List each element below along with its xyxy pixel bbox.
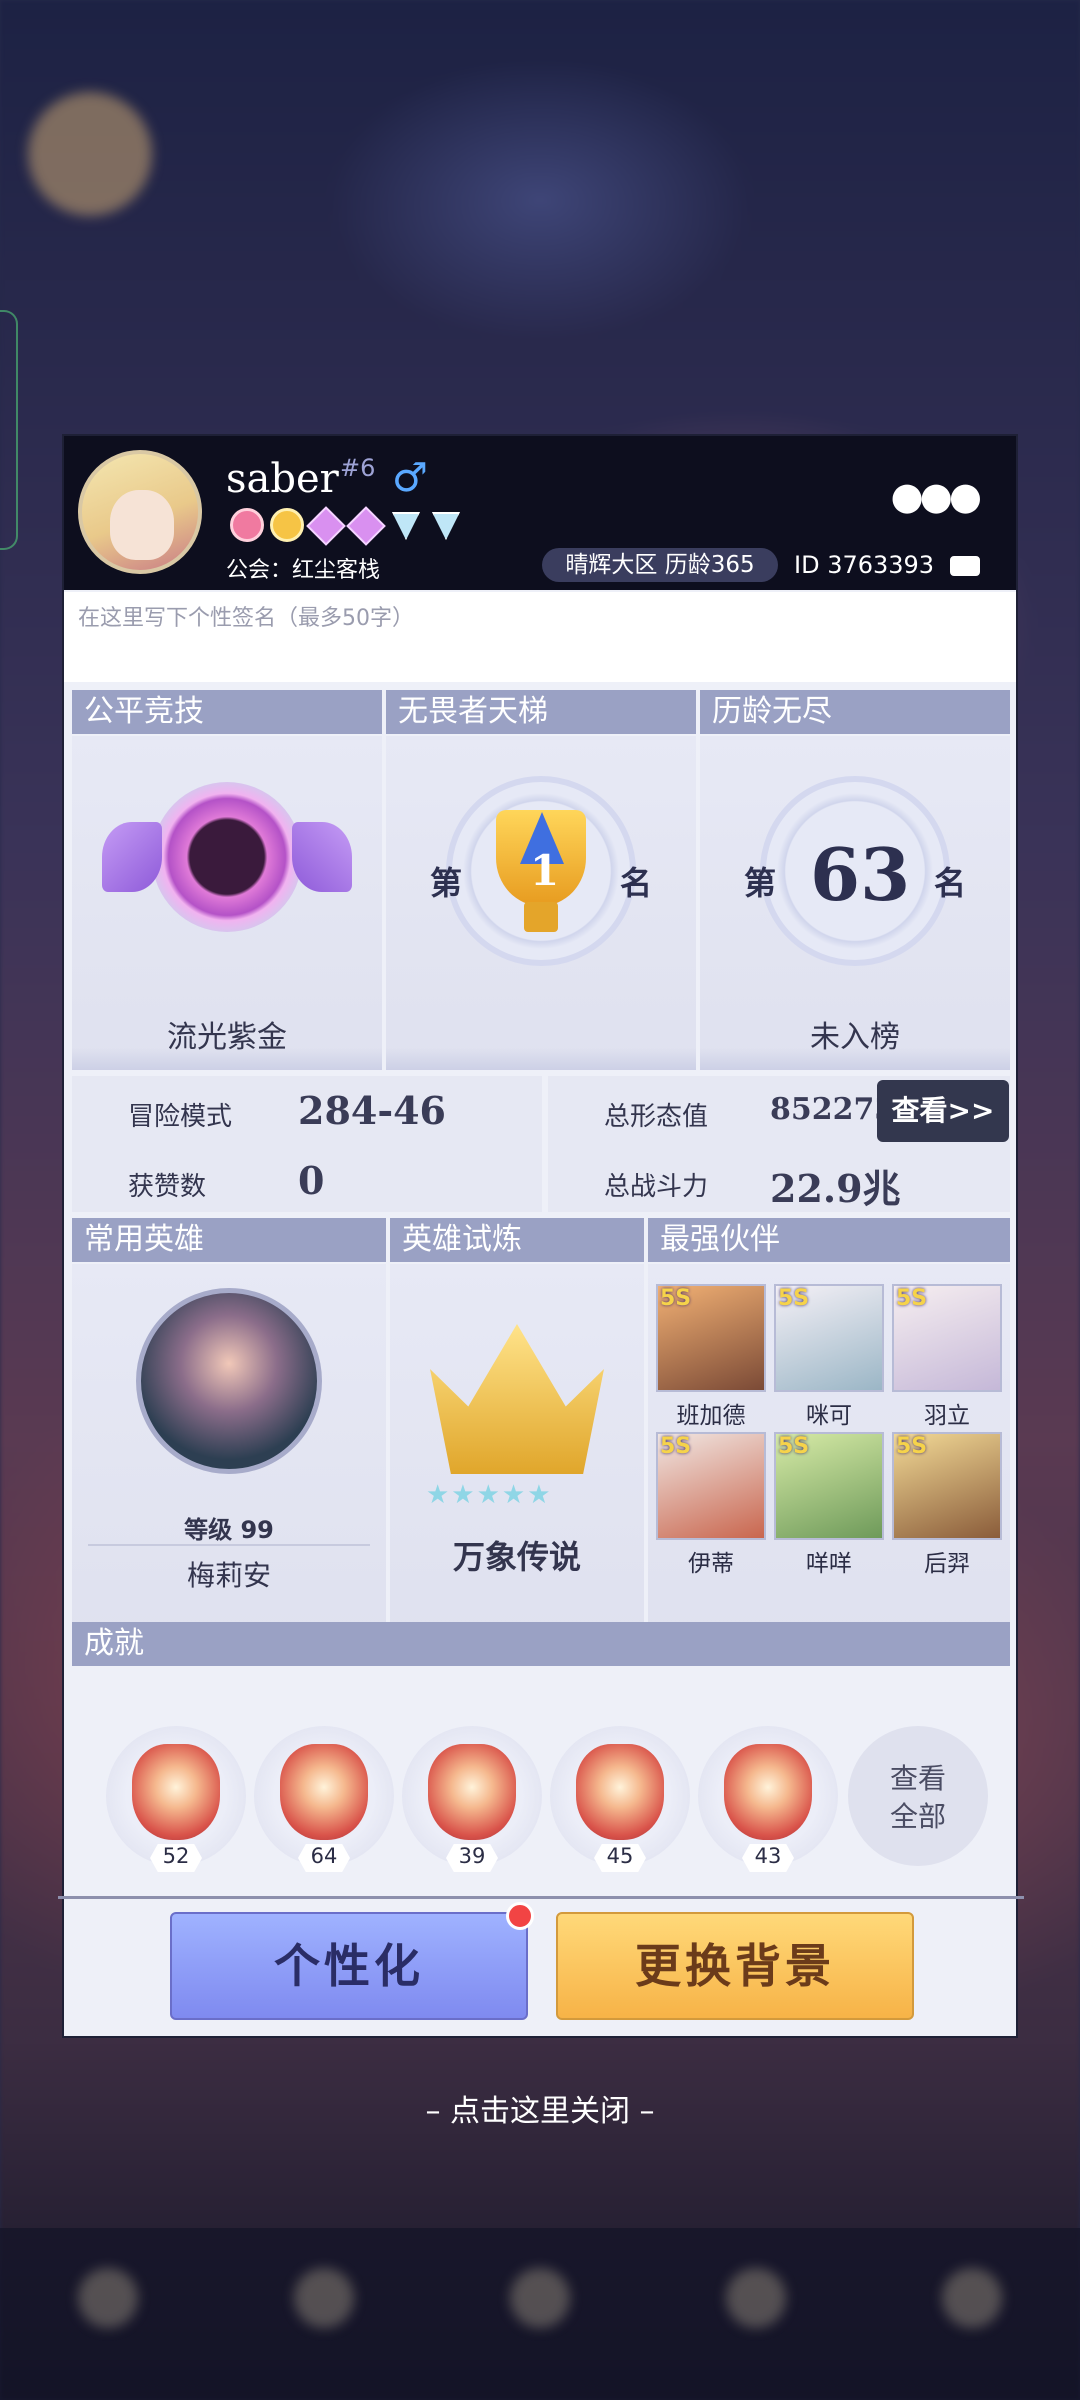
player-rank: #6 [340, 454, 376, 482]
form-label: 总形态值 [604, 1102, 709, 1132]
place-number: 63 [810, 832, 911, 917]
section-achievements: 成就 [72, 1622, 1010, 1666]
section-ladder: 无畏者天梯 [386, 690, 696, 734]
side-tab[interactable] [0, 310, 18, 550]
view-all-achievements-button[interactable]: 查看 全部 [848, 1726, 988, 1866]
partner-card[interactable]: 5S 咪可 [774, 1284, 884, 1430]
likes-label: 获赞数 [128, 1172, 207, 1202]
place-suffix: 名 [620, 864, 653, 902]
nav-button-2[interactable] [216, 2228, 432, 2400]
guild-label: 公会：红尘客栈 [226, 558, 381, 583]
nav-button-5[interactable] [864, 2228, 1080, 2400]
male-icon: ♂ [392, 455, 428, 501]
partner-card[interactable]: 5S 羽立 [892, 1284, 1002, 1430]
purple-diamond-icon [306, 506, 346, 546]
signature-placeholder: 在这里写下个性签名（最多50字） [78, 606, 414, 631]
nav-button-4[interactable] [648, 2228, 864, 2400]
partner-card[interactable]: 5S 班加德 [656, 1284, 766, 1430]
best-partners-panel: 5S 班加德 5S 咪可 5S 羽立 5S 伊蒂 5S 咩咩 5S 后羿 [648, 1264, 1010, 1644]
partner-name: 咪可 [806, 1403, 852, 1429]
signature-field[interactable]: 在这里写下个性签名（最多50字） [64, 592, 1016, 682]
endless-panel[interactable]: 第 63 名 未入榜 [700, 736, 1010, 1070]
view-form-button[interactable]: 查看>> [877, 1080, 1009, 1142]
achievement-badge[interactable]: 64 [254, 1726, 394, 1872]
achievement-badge[interactable]: 43 [698, 1726, 838, 1872]
partner-name: 羽立 [924, 1403, 970, 1429]
common-hero-panel[interactable]: 等级 99 梅莉安 [72, 1264, 386, 1644]
trophy-base-icon [524, 902, 558, 932]
achievement-badge[interactable]: 39 [402, 1726, 542, 1872]
player-avatar[interactable] [78, 450, 202, 574]
more-options-icon[interactable]: ●●● [891, 474, 983, 518]
hero-name: 梅莉安 [186, 1559, 271, 1592]
blue-gem-icon [392, 512, 420, 540]
section-fair-competition: 公平竞技 [72, 690, 382, 734]
achievement-badge[interactable]: 52 [106, 1726, 246, 1872]
player-name: saber [226, 456, 339, 502]
player-id: ID 3763393 [794, 551, 935, 579]
profile-header: saber #6 ♂ ●●● 公会：红尘客栈 晴辉大区 历龄365 ID 376… [64, 436, 1016, 590]
blue-gem-icon [432, 512, 460, 540]
notification-dot [506, 1902, 534, 1930]
hero-level: 等级 99 [184, 1516, 274, 1544]
purple-gold-rank-icon [152, 782, 302, 932]
partner-name: 伊蒂 [688, 1551, 734, 1577]
bottom-nav [0, 2228, 1080, 2400]
hero-trial-panel[interactable]: ★★★★★ 万象传说 [390, 1264, 644, 1644]
crown-icon [430, 1324, 604, 1474]
crown-stars-icon: ★★★★★ [426, 1480, 553, 1510]
place-prefix: 第 [430, 864, 463, 902]
partner-card[interactable]: 5S 后羿 [892, 1432, 1002, 1578]
place-number: 1 [530, 846, 560, 895]
personalize-button[interactable]: 个性化 [170, 1912, 528, 2020]
copy-id-icon[interactable] [950, 556, 980, 576]
server-zone-badge: 晴辉大区 历龄365 [542, 548, 778, 582]
section-hero-trial: 英雄试炼 [390, 1218, 644, 1262]
close-hint[interactable]: – 点击这里关闭 – [0, 2086, 1080, 2130]
section-endless: 历龄无尽 [700, 690, 1010, 734]
ladder-panel[interactable]: 第 1 名 [386, 736, 696, 1070]
partner-name: 班加德 [676, 1403, 746, 1429]
fair-competition-panel[interactable]: 流光紫金 [72, 736, 382, 1070]
background-avatar [28, 92, 152, 216]
pink-star-icon [230, 508, 264, 542]
divider [58, 1896, 1024, 1899]
place-prefix: 第 [744, 864, 777, 902]
partner-card[interactable]: 5S 伊蒂 [656, 1432, 766, 1578]
place-suffix: 名 [934, 864, 967, 902]
trial-name: 万象传说 [452, 1538, 581, 1576]
gold-star-icon [270, 508, 304, 542]
section-common-hero: 常用英雄 [72, 1218, 386, 1262]
achievement-badge[interactable]: 45 [550, 1726, 690, 1872]
profile-card: saber #6 ♂ ●●● 公会：红尘客栈 晴辉大区 历龄365 ID 376… [58, 434, 1024, 2038]
adventure-value: 284-46 [298, 1088, 446, 1133]
right-wing-icon [292, 822, 352, 892]
nav-button-3[interactable] [432, 2228, 648, 2400]
hero-portrait [136, 1288, 322, 1474]
change-background-button[interactable]: 更换背景 [556, 1912, 914, 2020]
partner-card[interactable]: 5S 咩咩 [774, 1432, 884, 1578]
partner-name: 咩咩 [806, 1551, 852, 1577]
adventure-label: 冒险模式 [128, 1102, 233, 1132]
power-value: 22.9兆 [770, 1166, 901, 1211]
left-wing-icon [102, 822, 162, 892]
purple-diamond-icon [346, 506, 386, 546]
partner-name: 后羿 [924, 1551, 970, 1577]
adventure-stats-box: 冒险模式 284-46 获赞数 0 [72, 1076, 542, 1212]
section-best-partners: 最强伙伴 [648, 1218, 1010, 1262]
likes-value: 0 [298, 1158, 325, 1203]
power-label: 总战斗力 [604, 1172, 709, 1202]
nav-button-1[interactable] [0, 2228, 216, 2400]
